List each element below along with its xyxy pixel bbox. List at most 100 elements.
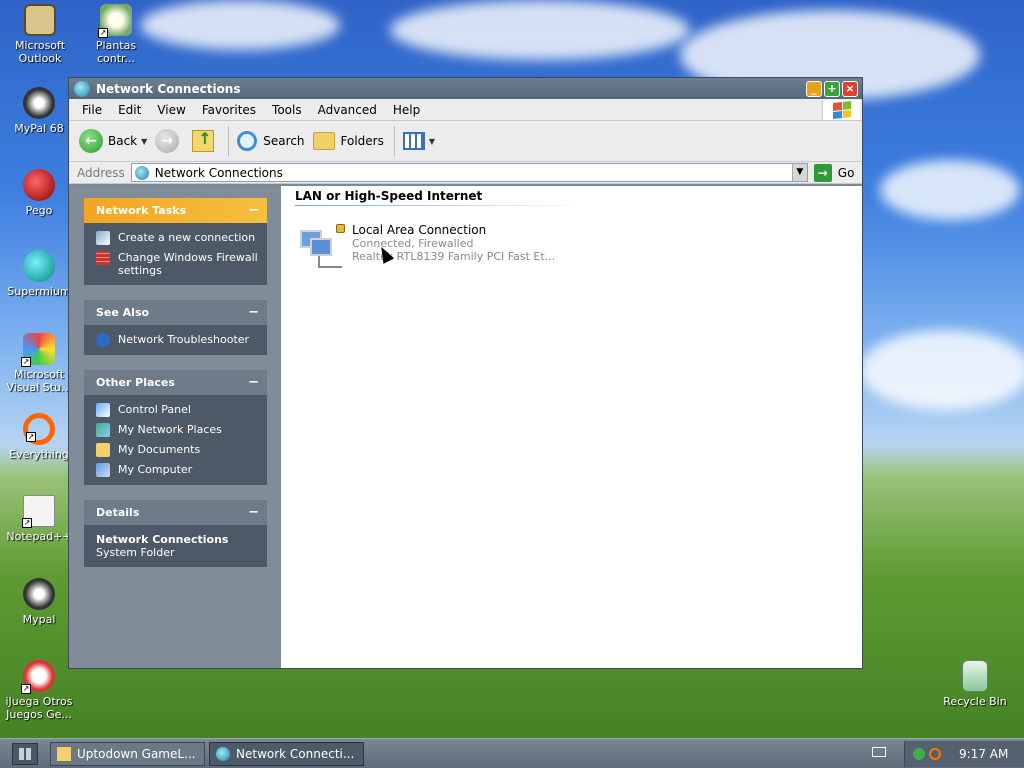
desktop-icon-ijuega[interactable]: ↗ iJuega Otros Juegos Ge... (1, 660, 77, 721)
panel-title: Details (96, 506, 140, 519)
toolbar-separator (228, 126, 230, 156)
supermium-icon (23, 250, 55, 282)
panel-title: Other Places (96, 376, 175, 389)
desktop-icon-label: Recycle Bin (943, 695, 1007, 708)
desktop-icon-everything[interactable]: ↗ Everything (1, 413, 77, 461)
back-arrow-icon: ← (79, 129, 103, 153)
network-tray-icon[interactable] (913, 748, 925, 760)
minimize-button[interactable]: _ (806, 80, 822, 97)
back-dropdown-icon[interactable]: ▼ (141, 137, 147, 146)
desktop-icon-supermium[interactable]: Supermium (1, 250, 77, 298)
forward-button[interactable]: → (155, 129, 184, 153)
views-button[interactable]: ▼ (402, 132, 436, 150)
start-button[interactable] (12, 742, 38, 765)
my-network-places-link[interactable]: My Network Places (96, 423, 259, 437)
new-connection-icon (96, 231, 110, 245)
folders-label: Folders (340, 134, 384, 148)
collapse-icon[interactable]: − (248, 375, 259, 390)
create-connection-link[interactable]: Create a new connection (96, 231, 259, 245)
address-field[interactable]: Network Connections ▼ (130, 163, 808, 182)
title-bar[interactable]: Network Connections _ + × (69, 78, 862, 99)
address-dropdown-icon[interactable]: ▼ (791, 164, 807, 181)
collapse-icon[interactable]: − (248, 203, 259, 218)
close-button[interactable]: × (842, 80, 858, 97)
menu-tools[interactable]: Tools (264, 103, 310, 117)
go-button[interactable]: → Go (813, 163, 855, 182)
everything-icon: ↗ (23, 413, 55, 445)
details-name: Network Connections (96, 533, 229, 546)
task-label: Control Panel (118, 403, 191, 416)
search-tray-icon[interactable] (929, 748, 941, 760)
task-pane: Network Tasks − Create a new connection … (69, 186, 281, 668)
go-arrow-icon: → (813, 163, 832, 182)
outlook-icon (24, 4, 56, 36)
start-menu-icon (19, 747, 31, 760)
task-label: Network Troubleshooter (118, 333, 250, 346)
details-type: System Folder (96, 546, 175, 559)
network-troubleshooter-link[interactable]: Network Troubleshooter (96, 333, 259, 347)
details-header[interactable]: Details − (84, 500, 267, 525)
info-icon (96, 333, 110, 347)
address-value: Network Connections (154, 165, 283, 180)
desktop-icon-outlook[interactable]: Microsoft Outlook (2, 4, 78, 65)
cloud (880, 160, 1020, 220)
network-connections-window[interactable]: Network Connections _ + × File Edit View… (68, 77, 863, 669)
menu-view[interactable]: View (149, 103, 193, 117)
other-places-body: Control Panel My Network Places My Docum… (84, 395, 267, 485)
keyboard-icon[interactable] (872, 747, 886, 757)
up-folder-icon[interactable] (192, 129, 215, 152)
desktop-icon-recycle-bin[interactable]: Recycle Bin (937, 660, 1013, 708)
documents-folder-icon (96, 443, 110, 457)
address-label: Address (77, 165, 125, 180)
network-connections-icon (216, 746, 230, 761)
task-label: My Computer (118, 463, 193, 476)
local-area-connection-item[interactable]: Local Area Connection Connected, Firewal… (298, 224, 555, 270)
taskbar-button-label: Uptodown GameL... (77, 746, 196, 761)
taskbar-button-uptodown[interactable]: Uptodown GameL... (50, 741, 205, 766)
menu-file[interactable]: File (74, 103, 110, 117)
network-connections-icon (134, 165, 149, 180)
other-places-panel: Other Places − Control Panel My Network … (84, 370, 267, 485)
mypal-icon (23, 578, 55, 610)
system-tray: 9:17 AM (904, 741, 1024, 767)
my-computer-link[interactable]: My Computer (96, 463, 259, 477)
back-label: Back (108, 134, 138, 148)
folders-button[interactable]: Folders (312, 132, 384, 150)
maximize-button[interactable]: + (824, 80, 840, 97)
collapse-icon[interactable]: − (248, 305, 259, 320)
details-body: Network Connections System Folder (84, 525, 267, 567)
visual-studio-icon: ↗ (21, 333, 55, 367)
network-tasks-header[interactable]: Network Tasks − (84, 198, 267, 223)
control-panel-link[interactable]: Control Panel (96, 403, 259, 417)
network-tasks-body: Create a new connection Change Windows F… (84, 223, 267, 285)
uptodown-icon (57, 746, 71, 761)
firewall-icon (96, 251, 110, 265)
go-label: Go (837, 165, 855, 180)
plantas-icon: ↗ (98, 4, 132, 38)
menu-advanced[interactable]: Advanced (310, 103, 385, 117)
computer-icon (96, 463, 110, 477)
menu-favorites[interactable]: Favorites (194, 103, 264, 117)
my-documents-link[interactable]: My Documents (96, 443, 259, 457)
desktop-icon-notepadpp[interactable]: ↗ Notepad++ (1, 495, 77, 543)
menu-help[interactable]: Help (385, 103, 428, 117)
menu-edit[interactable]: Edit (110, 103, 149, 117)
windows-flag-icon (832, 101, 851, 119)
collapse-icon[interactable]: − (248, 505, 259, 520)
network-tasks-panel: Network Tasks − Create a new connection … (84, 198, 267, 285)
desktop-icon-plantas[interactable]: ↗ Plantas contr... (78, 4, 154, 65)
desktop-icon-pego[interactable]: Pego (1, 169, 77, 217)
see-also-panel: See Also − Network Troubleshooter (84, 300, 267, 355)
back-button[interactable]: ← Back ▼ (79, 129, 147, 153)
taskbar-button-network-connections[interactable]: Network Connecti... (209, 741, 364, 766)
cloud (390, 0, 690, 60)
search-button[interactable]: Search (237, 131, 305, 151)
desktop-icon-mypal[interactable]: Mypal (1, 578, 77, 626)
views-dropdown-icon: ▼ (428, 136, 436, 146)
other-places-header[interactable]: Other Places − (84, 370, 267, 395)
desktop-icon-visual-studio[interactable]: ↗ Microsoft Visual Stu... (1, 333, 77, 394)
see-also-header[interactable]: See Also − (84, 300, 267, 325)
desktop-icon-mypal68[interactable]: MyPal 68 (1, 87, 77, 135)
clock[interactable]: 9:17 AM (959, 747, 1008, 761)
firewall-settings-link[interactable]: Change Windows Firewall settings (96, 251, 259, 277)
